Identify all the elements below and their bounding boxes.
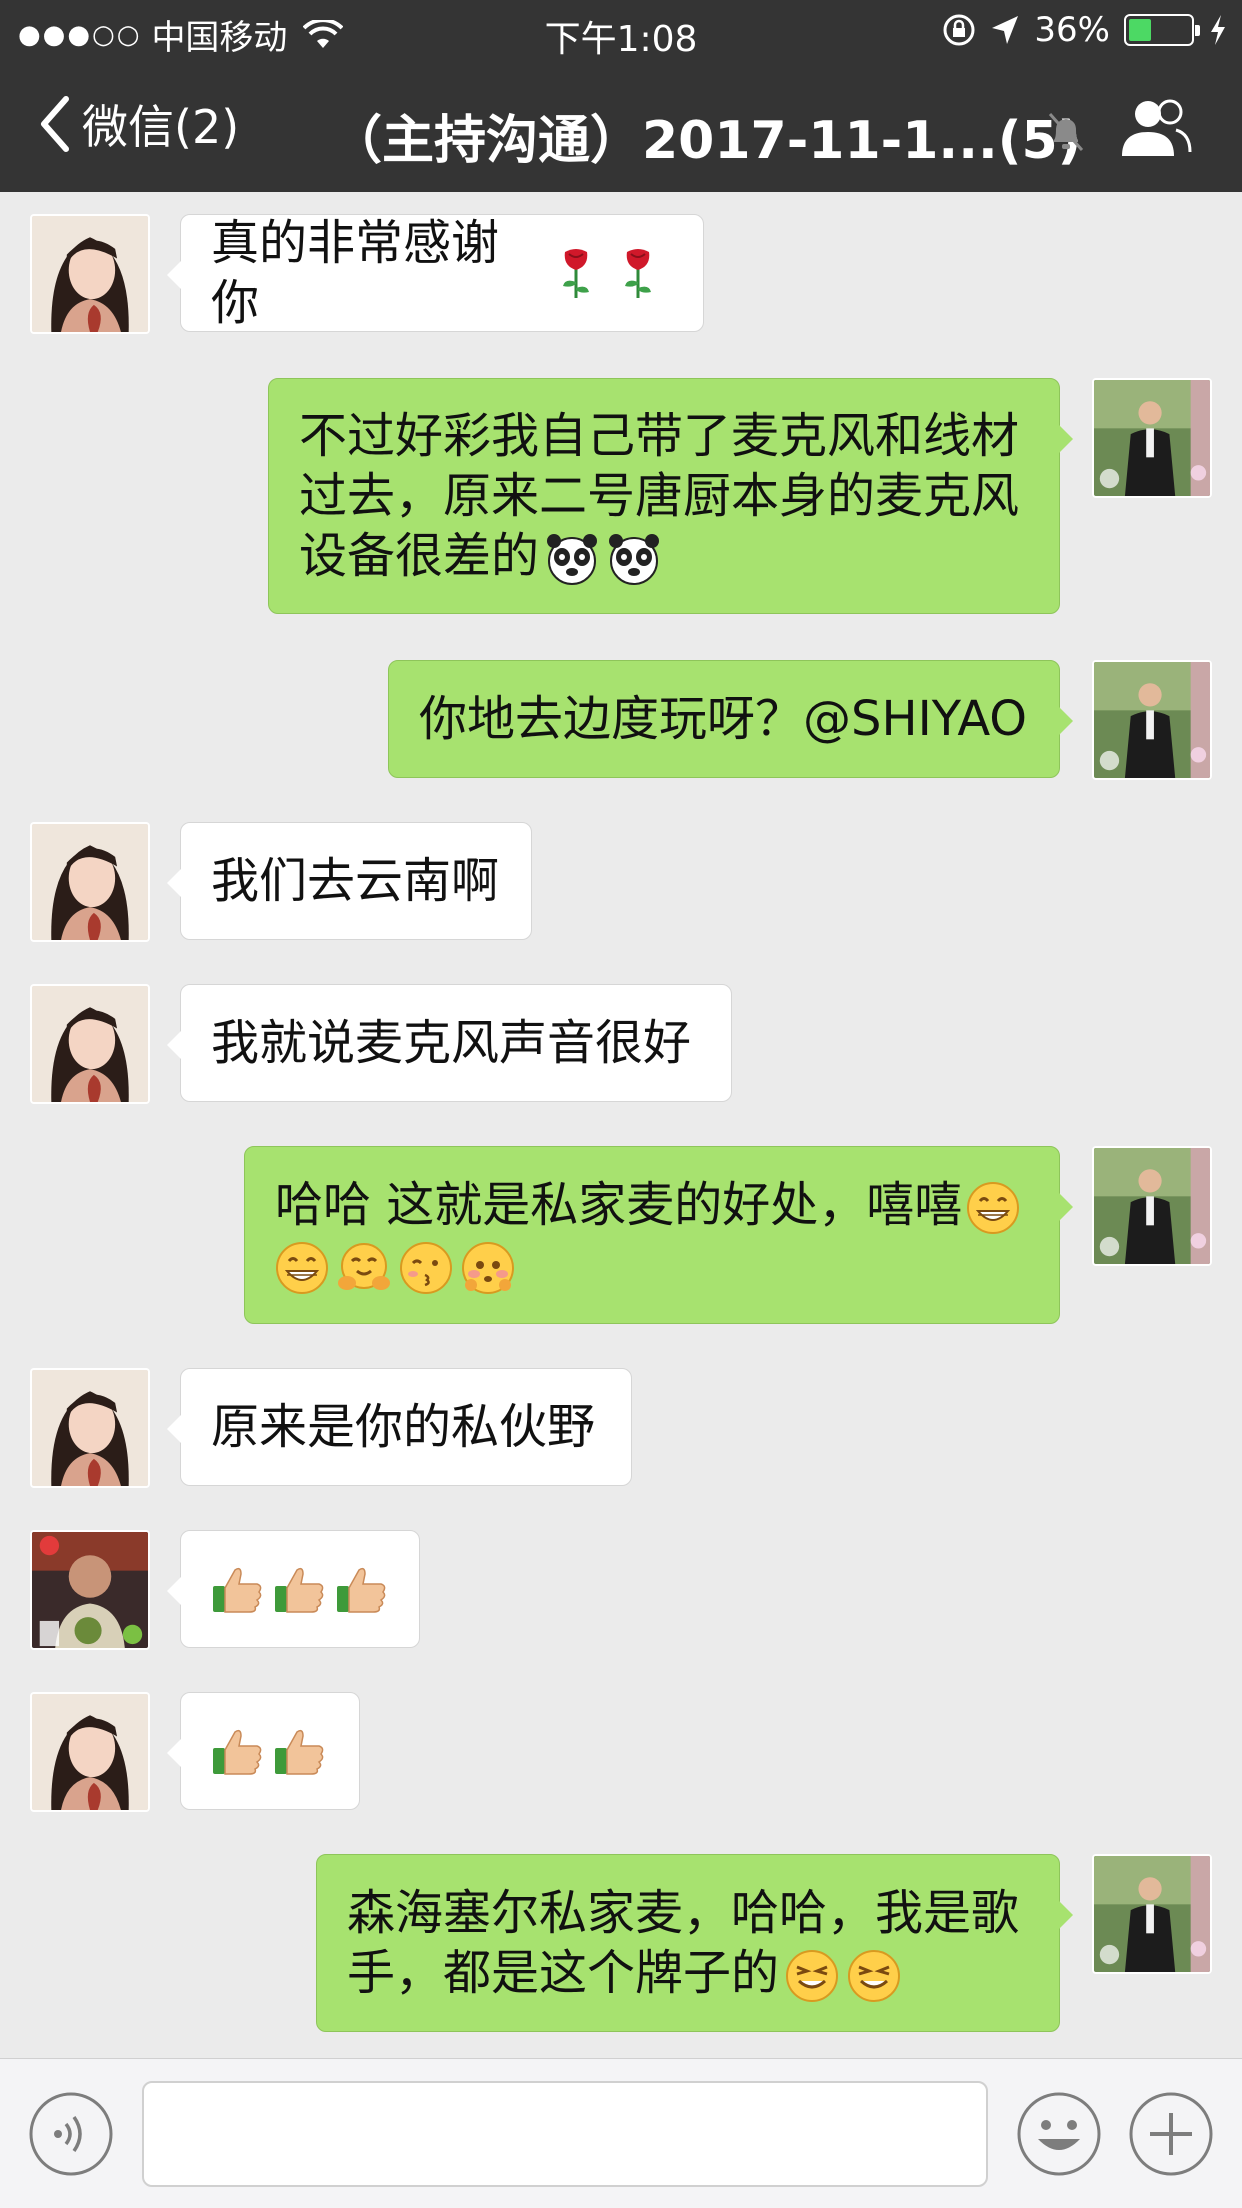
message-text-line: 设备很差的	[299, 526, 669, 586]
message-text-segment: 手，都是这个牌子的	[347, 1945, 780, 2001]
avatar[interactable]	[30, 1692, 150, 1812]
avatar[interactable]	[1092, 1146, 1212, 1266]
panda-face-emoji	[545, 532, 599, 586]
rose-emoji	[611, 246, 665, 300]
avatar[interactable]	[30, 822, 150, 942]
mute-bell-icon	[1048, 113, 1084, 151]
message-bubble[interactable]: 我就说麦克风声音很好	[167, 984, 732, 1102]
message-bubble[interactable]: 原来是你的私伙野	[167, 1368, 632, 1486]
message-bubble[interactable]: 你地去边度玩呀？@SHIYAO	[388, 660, 1073, 778]
nav-bar: 微信(2) （主持沟通）2017-11-1...(5)	[0, 62, 1242, 192]
message-text-segment: 设备很差的	[299, 528, 540, 584]
message-bubble[interactable]: 不过好彩我自己带了麦克风和线材 过去，原来二号唐厨本身的麦克风 设备很差的	[268, 378, 1073, 614]
thumbs-up-emoji	[211, 1562, 265, 1616]
status-bar: ●●●○○ 中国移动 下午1:08 36%	[0, 0, 1242, 62]
plus-icon[interactable]	[1128, 2091, 1214, 2177]
avatar[interactable]	[30, 1368, 150, 1488]
chat-title: （主持沟通）2017-11-1...(5)	[330, 111, 1082, 171]
thumbs-up-emoji	[211, 1724, 265, 1778]
message-text: 我们去云南啊	[211, 853, 500, 909]
chat-area[interactable]: 真的非常感谢你 不过好彩我自己带了麦克风和线材 过去，原来二号唐厨本身的麦克风 …	[0, 192, 1242, 2058]
group-members-icon[interactable]	[1118, 96, 1194, 160]
message-input[interactable]	[142, 2081, 988, 2187]
voice-input-icon[interactable]	[28, 2091, 114, 2177]
panda-face-emoji	[607, 532, 661, 586]
message-text: 我就说麦克风声音很好	[211, 1015, 692, 1071]
message-emoji-line	[275, 1235, 523, 1295]
shy-emoji	[461, 1241, 515, 1295]
message-text-line: 手，都是这个牌子的	[347, 1943, 909, 2003]
thumbs-up-emoji	[273, 1724, 327, 1778]
avatar[interactable]	[1092, 1854, 1212, 1974]
grin-emoji	[275, 1241, 329, 1295]
hug-emoji	[337, 1241, 391, 1295]
back-label: 微信(2)	[82, 100, 240, 154]
thumbs-up-emoji	[273, 1562, 327, 1616]
thumbs-up-emoji	[335, 1562, 389, 1616]
avatar[interactable]	[30, 984, 150, 1104]
message-text-line: 哈哈 这就是私家麦的好处，嘻嘻	[275, 1175, 1028, 1235]
avatar[interactable]	[1092, 660, 1212, 780]
input-bar	[0, 2058, 1242, 2208]
battery-percent: 36%	[1034, 10, 1110, 50]
message-text: 原来是你的私伙野	[211, 1399, 596, 1455]
smirk-emoji	[785, 1949, 839, 2003]
chevron-left-icon	[41, 96, 69, 152]
message-bubble[interactable]: 森海塞尔私家麦，哈哈，我是歌 手，都是这个牌子的	[316, 1854, 1073, 2032]
emoji-picker-icon[interactable]	[1016, 2091, 1102, 2177]
battery-level-fill	[1129, 19, 1151, 41]
charging-bolt-icon	[1211, 15, 1225, 45]
message-text-segment: 哈哈 这就是私家麦的好处，嘻嘻	[275, 1177, 963, 1233]
header: ●●●○○ 中国移动 下午1:08 36% 微信(2) （主持沟通）2017-1…	[0, 0, 1242, 192]
message-text-line: 不过好彩我自己带了麦克风和线材	[299, 408, 1020, 464]
message-bubble[interactable]: 我们去云南啊	[167, 822, 532, 940]
smirk-emoji	[847, 1949, 901, 2003]
message-text-line: 森海塞尔私家麦，哈哈，我是歌	[347, 1885, 1020, 1941]
status-right: 36%	[928, 10, 1228, 50]
back-button[interactable]: 微信(2)	[38, 92, 239, 156]
rotation-lock-icon	[943, 14, 975, 46]
message-text: 你地去边度玩呀？@SHIYAO	[419, 691, 1028, 747]
message-bubble[interactable]: 真的非常感谢你	[167, 214, 704, 332]
message-text: 真的非常感谢你	[211, 215, 500, 331]
avatar[interactable]	[1092, 378, 1212, 498]
message-bubble[interactable]	[167, 1692, 360, 1810]
avatar[interactable]	[30, 214, 150, 334]
avatar[interactable]	[30, 1530, 150, 1650]
message-text-line: 过去，原来二号唐厨本身的麦克风	[299, 468, 1020, 524]
battery-icon	[1124, 14, 1200, 46]
message-bubble[interactable]	[167, 1530, 420, 1648]
location-arrow-icon	[992, 16, 1019, 44]
kiss-emoji	[399, 1241, 453, 1295]
message-bubble[interactable]: 哈哈 这就是私家麦的好处，嘻嘻	[244, 1146, 1073, 1324]
grin-emoji	[966, 1181, 1020, 1235]
rose-emoji	[549, 246, 603, 300]
